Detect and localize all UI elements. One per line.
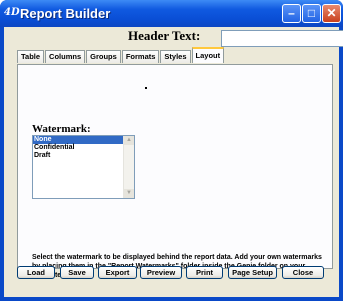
tab-bar: Table Columns Groups Formats Styles Layo…	[17, 46, 225, 64]
window-title: Report Builder	[20, 6, 111, 21]
maximize-button[interactable]: □	[302, 4, 321, 23]
tab-groups[interactable]: Groups	[86, 50, 121, 63]
watermark-option-draft[interactable]: Draft	[33, 152, 123, 160]
watermark-listbox[interactable]: None Confidential Draft ▲ ▼	[32, 135, 135, 199]
scroll-up-arrow-icon[interactable]: ▲	[124, 136, 134, 145]
print-button[interactable]: Print	[186, 266, 223, 279]
tab-table[interactable]: Table	[17, 50, 45, 63]
export-button[interactable]: Export	[98, 266, 137, 279]
watermark-scrollbar[interactable]: ▲ ▼	[123, 136, 134, 198]
load-button[interactable]: Load	[17, 266, 55, 279]
watermark-option-none[interactable]: None	[33, 136, 123, 144]
minimize-button[interactable]: –	[282, 4, 301, 23]
report-builder-window: 4D Report Builder – □ ✕ Header Text: Tab…	[0, 0, 343, 301]
app-icon: 4D	[4, 7, 20, 18]
tab-styles[interactable]: Styles	[160, 50, 191, 63]
tab-columns[interactable]: Columns	[45, 50, 86, 63]
title-bar[interactable]: 4D Report Builder – □ ✕	[0, 0, 343, 27]
header-text-label: Header Text:	[128, 28, 201, 43]
header-text-input[interactable]	[222, 33, 343, 49]
tab-formats[interactable]: Formats	[121, 50, 160, 63]
dialog-body: Header Text: Table Columns Groups Format…	[4, 27, 343, 297]
header-text-field[interactable]	[221, 30, 343, 49]
tab-layout[interactable]: Layout	[191, 47, 225, 63]
close-window-button[interactable]: ✕	[322, 4, 341, 23]
layout-panel: Watermark: None Confidential Draft ▲ ▼ S…	[17, 64, 333, 279]
save-button[interactable]: Save	[60, 266, 94, 279]
placeholder-dot	[145, 87, 147, 89]
close-button[interactable]: Close	[282, 266, 324, 279]
watermark-label: Watermark:	[32, 123, 91, 135]
preview-button[interactable]: Preview	[140, 266, 182, 279]
scroll-down-arrow-icon[interactable]: ▼	[124, 189, 134, 198]
watermark-option-confidential[interactable]: Confidential	[33, 144, 123, 152]
page-setup-button[interactable]: Page Setup	[228, 266, 277, 279]
